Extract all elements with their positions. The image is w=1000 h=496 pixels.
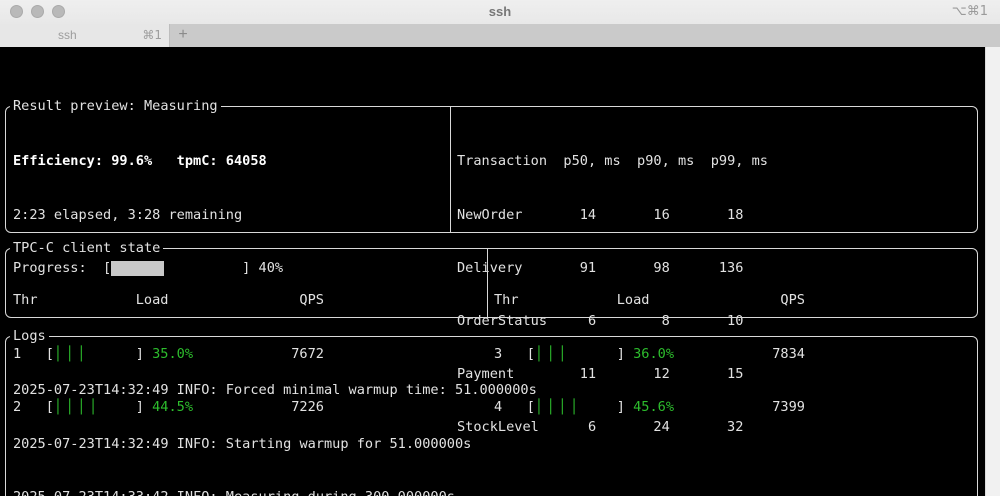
efficiency-label: Efficiency: xyxy=(13,153,103,171)
tpmc-value: 64058 xyxy=(226,153,267,171)
thread-header-row: Thr Load QPS xyxy=(13,292,324,310)
result-preview-title: Result preview: Measuring xyxy=(10,98,221,116)
title-bar: ssh ⌥⌘1 xyxy=(0,0,1000,24)
client-state-box: TPC-C client state Thr Load QPS 1[│││]35… xyxy=(5,248,978,318)
col-qps: QPS xyxy=(650,292,805,310)
efficiency-value: 99.6% xyxy=(111,153,152,171)
txn-p99: 18 xyxy=(711,207,785,225)
thread-header-row: Thr Load QPS xyxy=(494,292,805,310)
result-preview-box: Result preview: Measuring Efficiency:99.… xyxy=(5,106,978,233)
logs-pane: 2025-07-23T14:32:49 INFO: Forced minimal… xyxy=(13,347,537,496)
logs-title: Logs xyxy=(10,328,49,346)
result-preview-divider xyxy=(450,107,451,232)
tab-bar: ssh ⌘1 + xyxy=(0,24,1000,47)
txn-p50: 14 xyxy=(563,207,637,225)
log-line: 2025-07-23T14:33:42 INFO: Measuring duri… xyxy=(13,489,537,496)
tab-shortcut: ⌘1 xyxy=(142,24,162,47)
col-p90: p90, ms xyxy=(637,153,711,171)
scrollbar-track[interactable] xyxy=(985,47,1000,496)
terminal[interactable]: Result preview: Measuring Efficiency: 99.… xyxy=(0,47,1000,496)
col-load: Load xyxy=(136,292,169,310)
col-p99: p99, ms xyxy=(711,153,785,171)
client-state-title: TPC-C client state xyxy=(10,240,163,258)
logs-box: Logs 2025-07-23T14:32:49 INFO: Forced mi… xyxy=(5,336,978,496)
log-line: 2025-07-23T14:32:49 INFO: Forced minimal… xyxy=(13,382,537,400)
efficiency-line: Efficiency: 99.6% tpmC: 64058 xyxy=(13,153,283,171)
transaction-header-row: Transaction p50, ms p90, ms p99, ms xyxy=(457,153,784,171)
window-title: ssh xyxy=(0,0,1000,24)
terminal-window: ssh ⌥⌘1 ssh ⌘1 + Result preview: Measuri… xyxy=(0,0,1000,496)
tpmc-label: tpmC: xyxy=(177,153,218,171)
client-state-divider xyxy=(487,249,488,317)
col-thr: Thr xyxy=(13,292,136,310)
log-line: 2025-07-23T14:32:49 INFO: Starting warmu… xyxy=(13,436,537,454)
col-p50: p50, ms xyxy=(563,153,637,171)
elapsed-text: 2:23 elapsed, 3:28 remaining xyxy=(13,207,283,225)
txn-name: NewOrder xyxy=(457,207,563,225)
col-qps: QPS xyxy=(169,292,324,310)
new-tab-button[interactable]: + xyxy=(170,24,196,47)
col-load: Load xyxy=(617,292,650,310)
txn-p90: 16 xyxy=(637,207,711,225)
table-row: NewOrder 14 16 18 xyxy=(457,207,784,225)
col-thr: Thr xyxy=(494,292,617,310)
col-transaction: Transaction xyxy=(457,153,563,171)
tab-ssh[interactable]: ssh ⌘1 xyxy=(0,24,170,47)
window-shortcut-hint: ⌥⌘1 xyxy=(952,0,988,24)
tab-label: ssh xyxy=(58,24,77,47)
